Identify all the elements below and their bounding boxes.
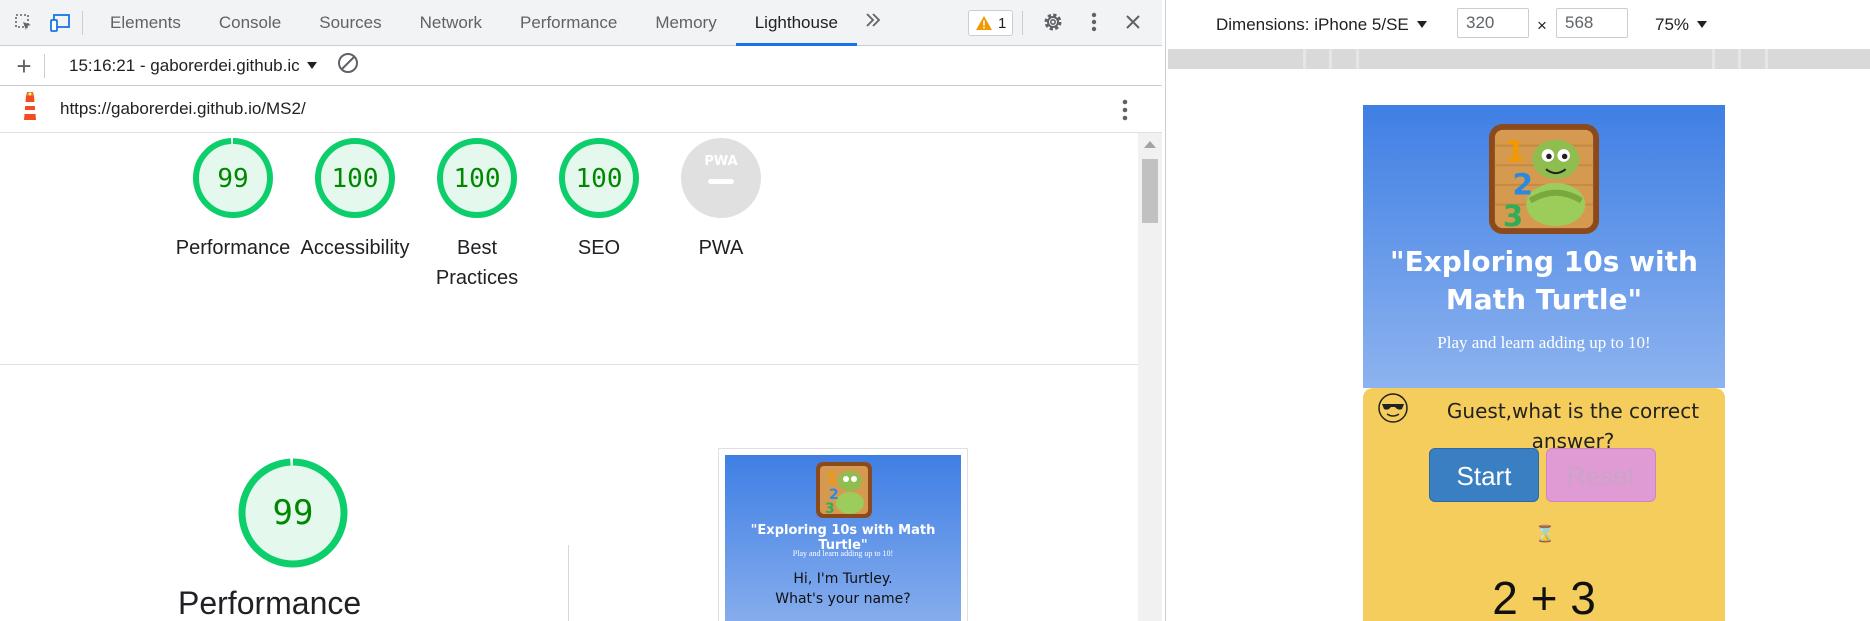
math-equation: 2 + 3: [1492, 572, 1596, 621]
device-width-input[interactable]: 320: [1457, 8, 1529, 38]
score-value: 100: [454, 164, 501, 194]
svg-text:3: 3: [825, 501, 835, 517]
lighthouse-logo-icon: [18, 91, 42, 127]
svg-text:2: 2: [1513, 168, 1534, 202]
warning-icon: [976, 16, 992, 30]
report-url-bar: https://gaborerdei.github.io/MS2/: [0, 86, 1162, 133]
score-value: 100: [576, 164, 623, 194]
dropdown-arrow-icon: [1416, 21, 1427, 28]
toolbar-divider: [1022, 11, 1023, 35]
report-selector-label: 15:16:21 - gaborerdei.github.ic: [69, 55, 300, 75]
performance-big-score: 99: [273, 493, 314, 533]
pwa-badge-icon: PWA: [681, 138, 761, 218]
page-subtitle: Play and learn adding up to 10!: [1437, 333, 1651, 352]
performance-section-title: Performance: [178, 585, 362, 621]
thumbnail-greeting-line1: Hi, I'm Turtley.: [793, 571, 893, 587]
device-toggle-icon[interactable]: [46, 9, 74, 37]
dropdown-arrow-icon: [1696, 21, 1707, 28]
thumbnail-page: 1 2 3 "Exploring 10s with Math Turtle" P…: [725, 455, 961, 621]
dimension-separator: ×: [1537, 16, 1547, 35]
inspect-element-icon[interactable]: [10, 9, 38, 37]
score-label: Performance: [175, 237, 291, 259]
report-scrollbar[interactable]: [1138, 133, 1162, 621]
zoom-label: 75%: [1655, 15, 1690, 34]
svg-text:1: 1: [1505, 134, 1526, 168]
toolbar-divider: [82, 10, 83, 35]
question-text: Guest,what is the correct answer?: [1446, 399, 1700, 453]
clear-report-icon[interactable]: [336, 51, 360, 80]
lighthouse-toolbar: + 15:16:21 - gaborerdei.github.ic: [0, 46, 1162, 86]
device-dimensions-select[interactable]: Dimensions: iPhone 5/SE: [1216, 15, 1428, 35]
score-gauge-seo[interactable]: 100 SEO: [529, 137, 669, 263]
warnings-count: 1: [998, 14, 1007, 32]
new-report-icon[interactable]: +: [12, 53, 36, 79]
score-gauge-accessibility[interactable]: 100 Accessibility: [285, 137, 425, 263]
start-button[interactable]: Start: [1429, 448, 1539, 502]
zoom-select[interactable]: 75%: [1655, 15, 1708, 35]
thumbnail-greeting-line2: What's your name?: [775, 591, 911, 607]
url-bar-more-icon[interactable]: [1121, 98, 1129, 127]
report-selector[interactable]: 15:16:21 - gaborerdei.github.ic: [69, 56, 318, 76]
emulated-device-screen: 1 2 3 "Exploring 10s with Math Turtle" P…: [1363, 105, 1725, 621]
lighthouse-report: 99 Performance 100 Accessibility 100 Best Prac…: [0, 133, 1138, 621]
section-vertical-divider: [568, 545, 569, 621]
hourglass-icon: ⌛: [1535, 526, 1555, 543]
svg-text:1: 1: [827, 471, 837, 487]
device-height-input[interactable]: 568: [1556, 8, 1628, 38]
device-dimensions-label: Dimensions: iPhone 5/SE: [1216, 15, 1409, 34]
warnings-badge[interactable]: 1: [968, 10, 1014, 36]
score-label: Best Practices: [435, 237, 519, 289]
thumbnail-subtitle: Play and learn adding up to 10!: [792, 549, 894, 558]
score-label: Accessibility: [300, 237, 410, 259]
close-icon[interactable]: [1122, 11, 1144, 38]
score-gauge-best[interactable]: 100 Best Practices: [407, 137, 547, 293]
device-emulation-pane: Dimensions: iPhone 5/SE 320 × 568 75% 1 …: [1165, 0, 1870, 621]
score-label: PWA: [698, 237, 744, 259]
device-toolbar: Dimensions: iPhone 5/SE 320 × 568 75%: [1166, 0, 1870, 46]
tab-network[interactable]: Network: [401, 0, 501, 46]
sunglasses-emoji-icon: [1378, 393, 1408, 423]
tab-performance[interactable]: Performance: [501, 0, 636, 46]
tab-elements[interactable]: Elements: [91, 0, 200, 46]
thumbnail-greeting: Hi, I'm Turtley. What's your name?: [725, 569, 961, 609]
gear-icon[interactable]: [1040, 9, 1066, 40]
chevron-double-right-icon[interactable]: [863, 10, 883, 35]
page-title: "Exploring 10s with Math Turtle": [1390, 245, 1698, 316]
more-options-icon[interactable]: [1090, 11, 1098, 38]
game-panel: Guest,what is the correct answer? Start …: [1363, 388, 1725, 621]
score-value: 99: [217, 164, 248, 194]
section-divider: [0, 364, 1138, 365]
toolbar-divider: [44, 53, 45, 78]
score-label: SEO: [577, 237, 621, 259]
tab-lighthouse[interactable]: Lighthouse: [735, 0, 858, 46]
performance-big-gauge: 99: [223, 458, 363, 568]
math-turtle-logo: 1 2 3: [816, 462, 872, 518]
tab-memory[interactable]: Memory: [636, 0, 735, 46]
math-turtle-logo: 1 2 3: [1488, 123, 1600, 235]
report-url: https://gaborerdei.github.io/MS2/: [60, 99, 306, 118]
scrollbar-thumb[interactable]: [1142, 159, 1158, 223]
scroll-up-arrow[interactable]: [1144, 141, 1156, 148]
tab-sources[interactable]: Sources: [300, 0, 400, 46]
devtools-tab-bar: Elements Console Sources Network Perform…: [0, 0, 1162, 46]
reset-button[interactable]: Reset: [1546, 448, 1656, 502]
devtools-panel: Elements Console Sources Network Perform…: [0, 0, 1162, 621]
score-gauge-performance[interactable]: 99 Performance: [163, 137, 303, 263]
tab-console[interactable]: Console: [200, 0, 300, 46]
page-screenshot-thumbnail[interactable]: 1 2 3 "Exploring 10s with Math Turtle" P…: [718, 448, 968, 621]
svg-text:3: 3: [1503, 199, 1524, 233]
media-query-ruler[interactable]: [1168, 49, 1870, 69]
score-value: 100: [332, 164, 379, 194]
pwa-badge-text: PWA: [704, 154, 737, 169]
page-header: 1 2 3 "Exploring 10s with Math Turtle" P…: [1363, 105, 1725, 388]
score-gauge-pwa[interactable]: PWA PWA: [651, 137, 791, 263]
dropdown-arrow-icon: [307, 61, 318, 69]
